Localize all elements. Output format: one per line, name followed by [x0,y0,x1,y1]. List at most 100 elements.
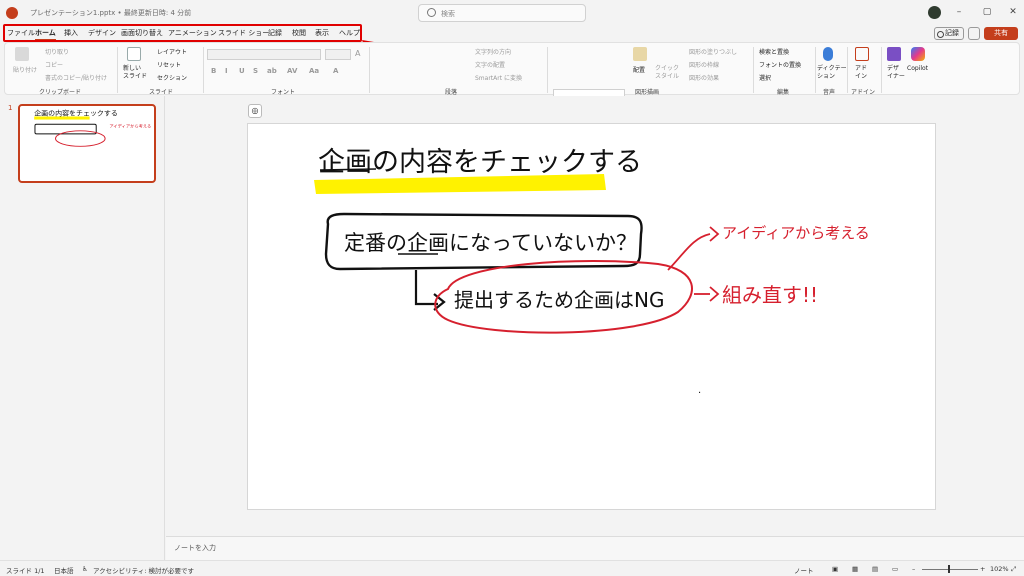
bold-button[interactable]: B [211,67,216,75]
document-title[interactable]: プレゼンテーション1.pptx • 最終更新日時: 4 分前 [30,8,191,18]
grow-font-icon[interactable]: A [355,49,360,58]
text-direction-button[interactable]: 文字列の方向 [475,47,511,56]
layout-button[interactable]: レイアウト [157,47,187,56]
section-button[interactable]: セクション [157,73,187,82]
divider [881,47,882,93]
italic-button[interactable]: I [225,67,228,75]
fit-slide-icon[interactable]: ⤢ [1011,565,1016,574]
slide-title: 企画の内容をチェックする [318,147,642,178]
addins-button[interactable]: アド イン [855,65,867,81]
paragraph-group-label: 段落 [445,89,458,96]
new-slide-button[interactable]: 新しい スライド [123,65,147,81]
cut-button[interactable]: 切り取り [45,47,69,56]
slide-sorter-icon[interactable]: ▦ [852,565,858,573]
slideshow-view-icon[interactable]: ▭ [892,565,898,573]
font-name-field[interactable] [207,49,321,60]
tabs-callout-box [3,24,362,42]
clipboard-group-label: クリップボード [39,89,82,96]
zoom-slider-thumb[interactable] [948,565,950,573]
avatar[interactable] [928,6,941,19]
microphone-icon[interactable] [823,47,833,61]
shadow-button[interactable]: ab [267,67,277,75]
select-button[interactable]: 選択 [759,73,771,82]
zoom-level[interactable]: 102% [990,565,1009,573]
search-box[interactable]: 検索 [418,4,586,22]
slides-group-label: スライド [149,89,174,96]
note-right-2: 組み直す!! [722,283,818,307]
quick-styles-button[interactable]: クイック スタイル [655,65,679,81]
drawing-group-label: 図形描画 [635,89,660,96]
addins-icon[interactable] [855,47,869,61]
question-text: 定番の企画になっていないか？ [344,231,637,255]
close-icon[interactable]: ✕ [1007,6,1019,18]
red-arrow-up [667,233,711,271]
smartart-button[interactable]: SmartArt に変換 [475,73,522,82]
reset-button[interactable]: リセット [157,60,181,69]
notes-toggle[interactable]: ノート [794,565,814,575]
record-button[interactable]: 記録 [934,27,964,40]
language-indicator[interactable]: 日本語 [54,565,74,575]
title-bar: プレゼンテーション1.pptx • 最終更新日時: 4 分前 検索 – ▢ ✕ [0,0,1024,26]
paste-icon[interactable] [15,47,29,61]
comment-icon[interactable] [968,27,980,40]
reading-view-icon[interactable]: ▤ [872,565,878,573]
divider [753,47,754,93]
zoom-out-icon[interactable]: – [912,565,915,573]
svg-text:企画の内容をチェックする: 企画の内容をチェックする [34,109,118,118]
slide-thumbnail[interactable]: 企画の内容をチェックする アイディアから考える [18,104,156,183]
ribbon-home: 貼り付け 切り取り コピー 書式のコピー/貼り付け クリップボード 新しい スラ… [4,42,1020,125]
notes-pane[interactable]: ノートを入力 [166,536,1024,560]
new-slide-icon[interactable] [127,47,141,61]
zoom-slider[interactable] [922,569,978,570]
designer-icon[interactable] [887,47,901,61]
slide-canvas[interactable]: 企画の内容をチェックする 定番の企画になっていないか？ 提出するため企画はNG … [247,123,936,510]
align-text-button[interactable]: 文字の配置 [475,60,505,69]
accessibility-status[interactable]: アクセシビリティ: 検討が必要です [93,565,194,575]
underline-button[interactable]: U [239,67,245,75]
change-case-button[interactable]: Aa [309,67,319,75]
slide-number: 1 [8,104,13,112]
slide-content: 企画の内容をチェックする 定番の企画になっていないか？ 提出するため企画はNG … [314,147,870,399]
divider [847,47,848,93]
minimize-icon[interactable]: – [953,6,965,18]
search-icon [427,8,436,17]
status-bar: スライド 1/1 日本語 ♿ アクセシビリティ: 検討が必要です ノート ▣ ▦… [0,560,1024,576]
slide-thumbnail-preview: 企画の内容をチェックする アイディアから考える [34,109,151,147]
divider [369,47,370,93]
shape-effects-button[interactable]: 図形の効果 [689,73,719,82]
strikethrough-button[interactable]: S [253,67,258,75]
restore-icon[interactable]: ▢ [981,6,993,18]
addins-group-label: アドイン [851,89,876,96]
editing-group-label: 編集 [777,89,790,96]
font-color-button[interactable]: A [333,67,338,75]
divider [203,47,204,93]
notes-placeholder: ノートを入力 [174,544,216,552]
dictate-button[interactable]: ディクテー ション [817,65,847,81]
paste-button[interactable]: 貼り付け [13,65,37,74]
powerpoint-logo-icon [6,7,18,19]
divider [815,47,816,93]
arrange-button[interactable]: 配置 [633,65,645,74]
svg-text:アイディアから考える: アイディアから考える [109,122,151,129]
voice-group-label: 音声 [823,89,836,96]
circle-text: 提出するため企画はNG [454,288,664,312]
copilot-icon[interactable] [911,47,925,61]
zoom-in-icon[interactable]: + [980,565,985,573]
designer-suggestions-icon[interactable]: ◎ [248,104,262,118]
spacing-button[interactable]: AV [287,67,297,75]
normal-view-icon[interactable]: ▣ [832,565,838,573]
designer-button[interactable]: デザ イナー [887,65,905,81]
format-painter-button[interactable]: 書式のコピー/貼り付け [45,73,107,82]
accessibility-icon: ♿ [82,565,88,573]
share-button[interactable]: 共有 [984,27,1018,40]
connector-line [414,270,438,306]
stray-dot: · [698,388,701,399]
copilot-button[interactable]: Copilot [907,65,928,72]
font-size-field[interactable] [325,49,351,60]
shape-outline-button[interactable]: 図形の枠線 [689,60,719,69]
replace-font-button[interactable]: フォントの置換 [759,60,801,69]
find-replace-button[interactable]: 検索と置換 [759,47,789,56]
shape-fill-button[interactable]: 図形の塗りつぶし [689,47,737,56]
arrange-icon[interactable] [633,47,647,61]
copy-button[interactable]: コピー [45,60,63,69]
